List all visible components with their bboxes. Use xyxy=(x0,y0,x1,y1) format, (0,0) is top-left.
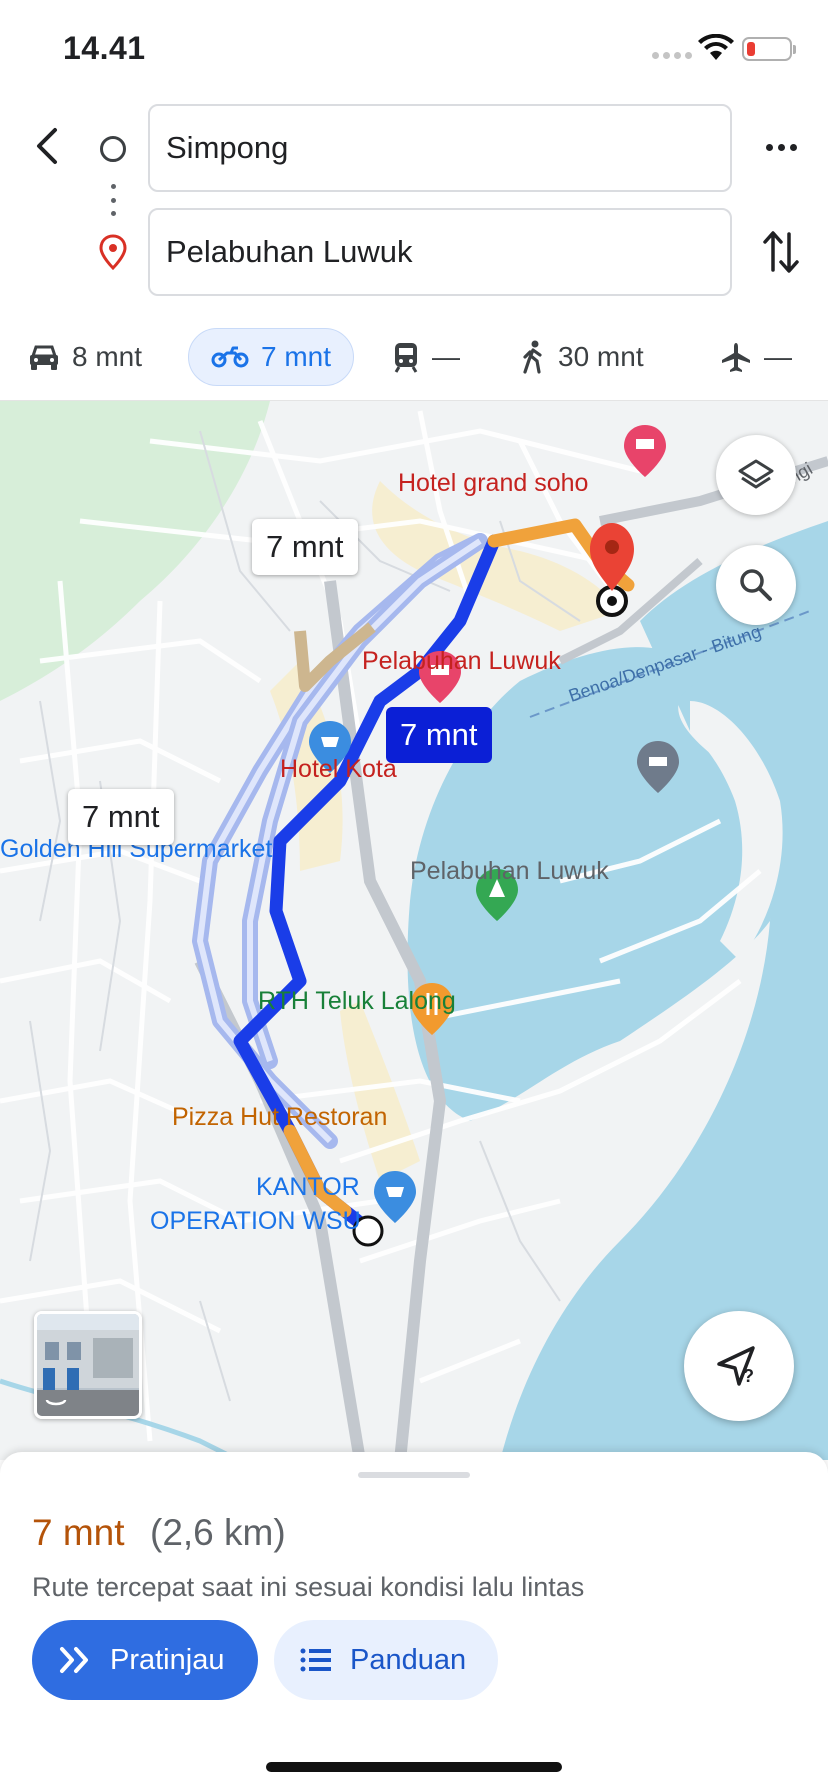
route-distance: (2,6 km) xyxy=(150,1512,286,1553)
navigation-question-icon: ? xyxy=(717,1346,755,1386)
poi-rth-teluk-lalong[interactable]: RTH Teluk Lalong xyxy=(258,987,456,1016)
origin-circle-icon xyxy=(100,136,126,162)
route-connector-icon xyxy=(110,184,116,216)
destination-input[interactable]: Pelabuhan Luwuk xyxy=(148,208,732,296)
route-bubble-selected[interactable]: 7 mnt xyxy=(386,707,492,763)
map-view[interactable]: Hotel grand soho Pelabuhan Luwuk Hotel K… xyxy=(0,400,828,1460)
tab-flight-label: — xyxy=(764,341,792,372)
layers-icon xyxy=(738,459,774,489)
route-summary-sheet[interactable]: 7 mnt (2,6 km) Rute tercepat saat ini se… xyxy=(0,1452,828,1792)
poi-hotel-grand-soho[interactable]: Hotel grand soho xyxy=(398,469,588,498)
wifi-icon xyxy=(698,34,734,60)
street-view-image xyxy=(37,1314,139,1416)
travel-mode-bar: 8 mnt 7 mnt — 30 mnt — xyxy=(0,320,828,398)
poi-pizza-hut[interactable]: Pizza Hut Restoran xyxy=(172,1103,387,1132)
status-time: 14.41 xyxy=(63,30,146,66)
status-bar: 14.41 xyxy=(0,0,828,100)
preview-button[interactable]: Pratinjau xyxy=(32,1620,258,1700)
more-options-button[interactable] xyxy=(758,130,804,164)
motorcycle-icon xyxy=(211,346,249,368)
sheet-drag-handle[interactable] xyxy=(358,1472,470,1478)
tab-motorcycle[interactable]: 7 mnt xyxy=(188,328,355,386)
home-indicator[interactable] xyxy=(266,1762,562,1772)
poi-hotel-kota[interactable]: Hotel Kota xyxy=(280,755,397,784)
tab-motorcycle-label: 7 mnt xyxy=(261,341,332,372)
tab-walk[interactable]: 30 mnt xyxy=(520,328,644,386)
destination-pin-icon xyxy=(99,234,127,270)
map-canvas xyxy=(0,401,828,1460)
double-chevron-right-icon xyxy=(60,1647,88,1673)
street-view-thumbnail[interactable] xyxy=(34,1311,142,1419)
svg-text:?: ? xyxy=(743,1366,754,1386)
list-icon xyxy=(300,1648,331,1672)
tab-transit[interactable]: — xyxy=(392,328,460,386)
battery-icon xyxy=(742,37,796,61)
search-icon xyxy=(740,569,772,601)
preview-button-label: Pratinjau xyxy=(110,1643,225,1676)
tab-walk-label: 30 mnt xyxy=(558,341,644,372)
back-button[interactable] xyxy=(22,118,72,174)
guide-button-label: Panduan xyxy=(350,1643,467,1676)
more-icon xyxy=(765,143,773,151)
tab-car-label: 8 mnt xyxy=(72,341,143,372)
navigation-feedback-button[interactable]: ? xyxy=(684,1311,794,1421)
layers-button[interactable] xyxy=(716,435,796,515)
map-search-button[interactable] xyxy=(716,545,796,625)
airplane-icon xyxy=(722,343,750,372)
poi-kantor-line1[interactable]: KANTOR xyxy=(256,1173,360,1202)
route-description: Rute tercepat saat ini sesuai kondisi la… xyxy=(32,1572,585,1602)
route-bubble-alt-left[interactable]: 7 mnt xyxy=(68,789,174,845)
chevron-left-icon xyxy=(37,128,57,164)
walking-icon xyxy=(523,340,542,374)
swap-direction-button[interactable] xyxy=(760,226,802,278)
car-icon xyxy=(30,345,58,370)
poi-kantor-line2[interactable]: OPERATION WSU xyxy=(150,1207,361,1236)
guide-button[interactable]: Panduan xyxy=(274,1620,498,1700)
origin-input[interactable]: Simpong xyxy=(148,104,732,192)
tab-transit-label: — xyxy=(432,341,460,372)
cellular-signal-icon xyxy=(652,52,692,60)
poi-destination-label[interactable]: Pelabuhan Luwuk xyxy=(362,647,561,676)
route-eta: 7 mnt xyxy=(32,1512,125,1553)
tab-car[interactable]: 8 mnt xyxy=(28,328,142,386)
train-icon xyxy=(394,343,418,373)
tab-flight[interactable]: — xyxy=(720,328,792,386)
poi-pelabuhan-harbor[interactable]: Pelabuhan Luwuk xyxy=(410,857,609,886)
route-bubble-alt-top[interactable]: 7 mnt xyxy=(252,519,358,575)
